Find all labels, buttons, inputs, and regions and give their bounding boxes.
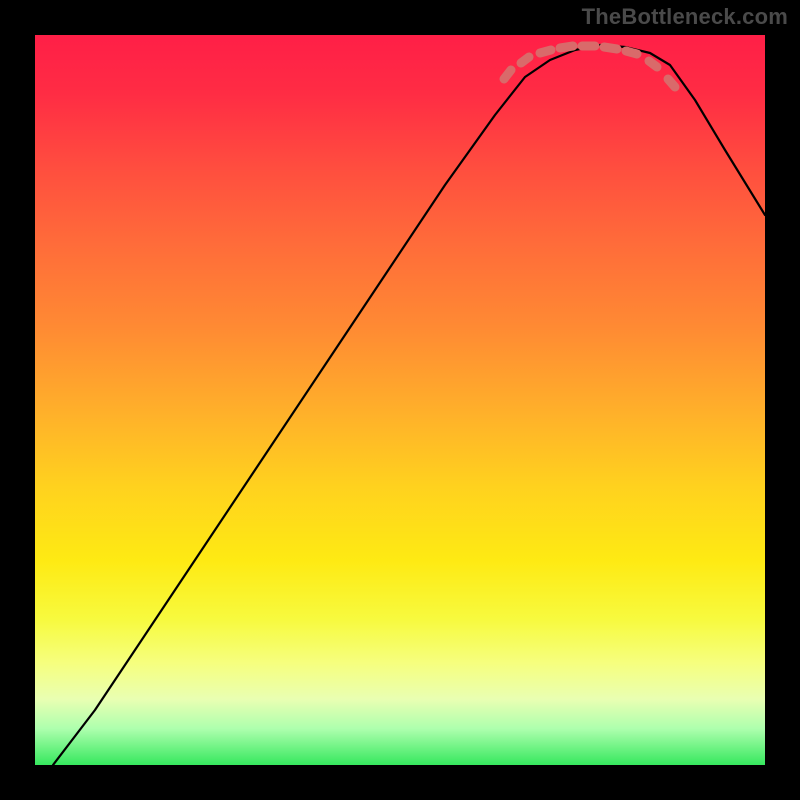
chart-frame: TheBottleneck.com [0,0,800,800]
marker-dash [560,46,573,48]
curve-svg [35,35,765,765]
marker-dash [540,50,551,53]
marker-dash [604,47,617,49]
watermark-text: TheBottleneck.com [582,4,788,30]
marker-dash [504,70,511,79]
marker-dash [521,57,529,63]
plot-area [35,35,765,765]
main-curve [53,45,765,765]
marker-dash [626,51,637,54]
marker-dash [668,79,675,87]
marker-dash [649,61,657,67]
